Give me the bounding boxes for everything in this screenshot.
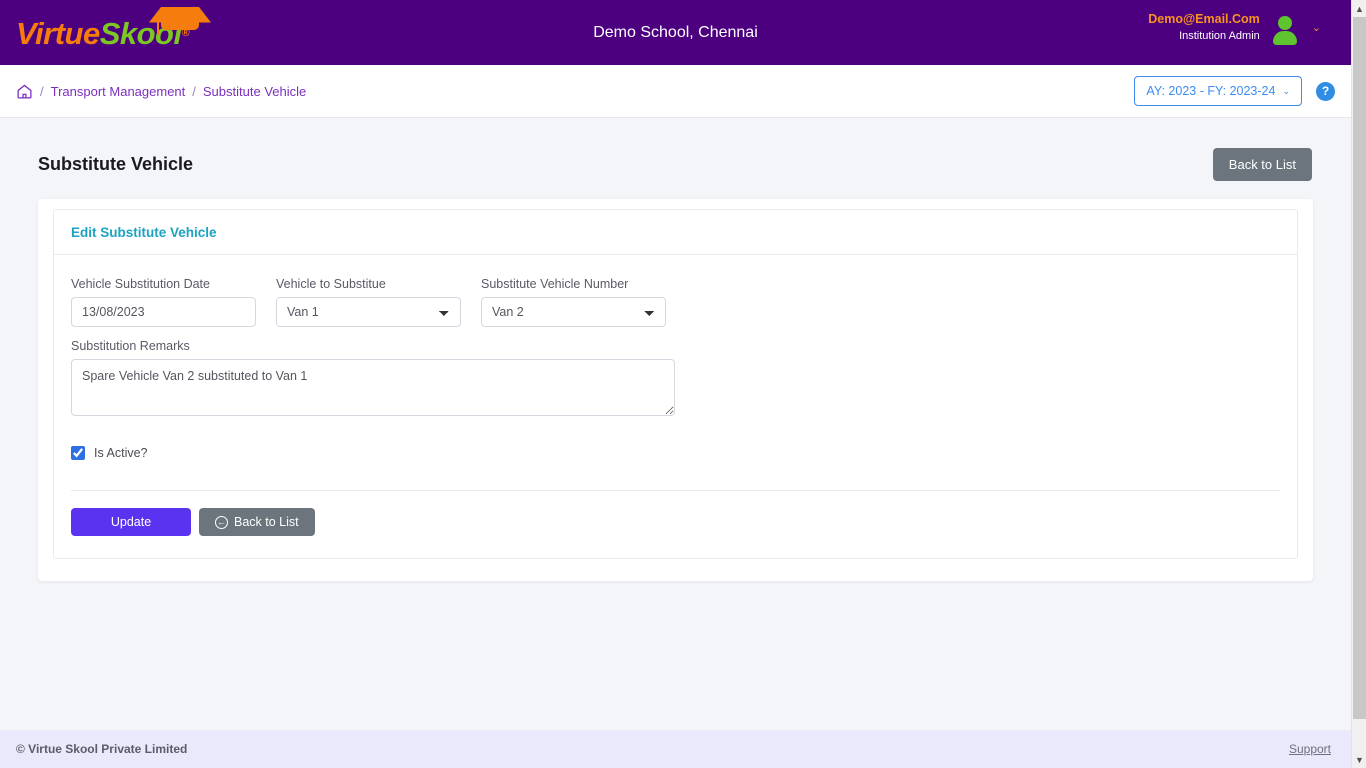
- arrow-left-circle-icon: ←: [215, 515, 228, 529]
- user-menu[interactable]: Demo@Email.Com Institution Admin ⌄: [1148, 12, 1321, 45]
- top-header-bar: VirtueSkool® Demo School, Chennai Demo@E…: [0, 0, 1351, 65]
- vehicle-substitution-date-input[interactable]: [71, 297, 256, 327]
- avatar-icon[interactable]: [1272, 14, 1298, 45]
- scroll-up-arrow-icon[interactable]: ▲: [1352, 0, 1366, 17]
- breadcrumb-link-transport-management[interactable]: Transport Management: [51, 84, 186, 99]
- breadcrumb-actions: AY: 2023 - FY: 2023-24 ⌄ ?: [1134, 76, 1335, 106]
- update-button[interactable]: Update: [71, 508, 191, 536]
- label-vehicle-substitution-date: Vehicle Substitution Date: [71, 277, 210, 291]
- app-root: VirtueSkool® Demo School, Chennai Demo@E…: [0, 0, 1366, 768]
- label-substitution-remarks: Substitution Remarks: [71, 339, 190, 353]
- substitution-remarks-textarea[interactable]: [71, 359, 675, 416]
- form-body: Vehicle Substitution Date Vehicle to Sub…: [54, 255, 1297, 491]
- help-icon[interactable]: ?: [1316, 81, 1335, 101]
- brand-logo[interactable]: VirtueSkool®: [16, 6, 211, 60]
- user-role: Institution Admin: [1179, 29, 1260, 42]
- brand-text-virtue: Virtue: [16, 15, 100, 51]
- breadcrumb-separator-1: /: [40, 83, 44, 99]
- chevron-down-icon[interactable]: ⌄: [1312, 21, 1321, 34]
- is-active-row: Is Active?: [71, 422, 1280, 460]
- scrollbar-thumb[interactable]: [1353, 17, 1366, 719]
- page-content: Substitute Vehicle Back to List Edit Sub…: [0, 118, 1351, 678]
- brand-wordmark: VirtueSkool®: [16, 6, 211, 51]
- field-substitution-remarks: Substitution Remarks: [71, 339, 1280, 416]
- label-vehicle-to-substitute: Vehicle to Substitue: [276, 277, 386, 291]
- chevron-down-icon: ⌄: [1282, 85, 1290, 96]
- vertical-scrollbar[interactable]: ▲ ▼: [1351, 0, 1366, 768]
- vehicle-to-substitute-select[interactable]: Van 1Van 2Van 3: [276, 297, 461, 327]
- breadcrumb-bar: / Transport Management / Substitute Vehi…: [0, 65, 1351, 118]
- label-substitute-vehicle-number: Substitute Vehicle Number: [481, 277, 629, 291]
- viewport: VirtueSkool® Demo School, Chennai Demo@E…: [0, 0, 1351, 768]
- is-active-checkbox[interactable]: [71, 446, 85, 460]
- field-substitute-vehicle-number: Substitute Vehicle Number Van 1Van 2Van …: [481, 277, 666, 327]
- edit-form-panel: Edit Substitute Vehicle Vehicle Substitu…: [53, 209, 1298, 559]
- home-icon[interactable]: [16, 83, 33, 100]
- back-to-list-button[interactable]: ← Back to List: [199, 508, 315, 536]
- breadcrumb-separator-2: /: [192, 83, 196, 99]
- panel-heading: Edit Substitute Vehicle: [54, 210, 1297, 255]
- breadcrumb-current-substitute-vehicle: Substitute Vehicle: [202, 83, 307, 99]
- page-footer: © Virtue Skool Private Limited Support: [0, 730, 1351, 768]
- footer-copyright: © Virtue Skool Private Limited: [16, 742, 188, 756]
- content-card: Edit Substitute Vehicle Vehicle Substitu…: [38, 199, 1313, 581]
- field-vehicle-to-substitute: Vehicle to Substitue Van 1Van 2Van 3: [276, 277, 461, 327]
- breadcrumb: / Transport Management / Substitute Vehi…: [16, 83, 306, 100]
- is-active-label: Is Active?: [94, 446, 148, 460]
- scroll-down-arrow-icon[interactable]: ▼: [1352, 751, 1366, 768]
- page-header: Substitute Vehicle Back to List: [0, 118, 1351, 199]
- user-identity: Demo@Email.Com Institution Admin: [1148, 12, 1260, 43]
- field-vehicle-substitution-date: Vehicle Substitution Date: [71, 277, 256, 327]
- academic-year-label: AY: 2023 - FY: 2023-24: [1146, 84, 1276, 98]
- user-email: Demo@Email.Com: [1148, 12, 1260, 26]
- academic-year-selector[interactable]: AY: 2023 - FY: 2023-24 ⌄: [1134, 76, 1302, 106]
- form-row-primary: Vehicle Substitution Date Vehicle to Sub…: [71, 277, 1280, 327]
- back-to-list-label: Back to List: [234, 515, 299, 529]
- footer-support-link[interactable]: Support: [1289, 742, 1331, 756]
- page-title: Substitute Vehicle: [38, 154, 194, 174]
- form-actions: Update ← Back to List: [54, 491, 1297, 558]
- substitute-vehicle-number-select[interactable]: Van 1Van 2Van 3: [481, 297, 666, 327]
- back-to-list-top-button[interactable]: Back to List: [1212, 148, 1312, 181]
